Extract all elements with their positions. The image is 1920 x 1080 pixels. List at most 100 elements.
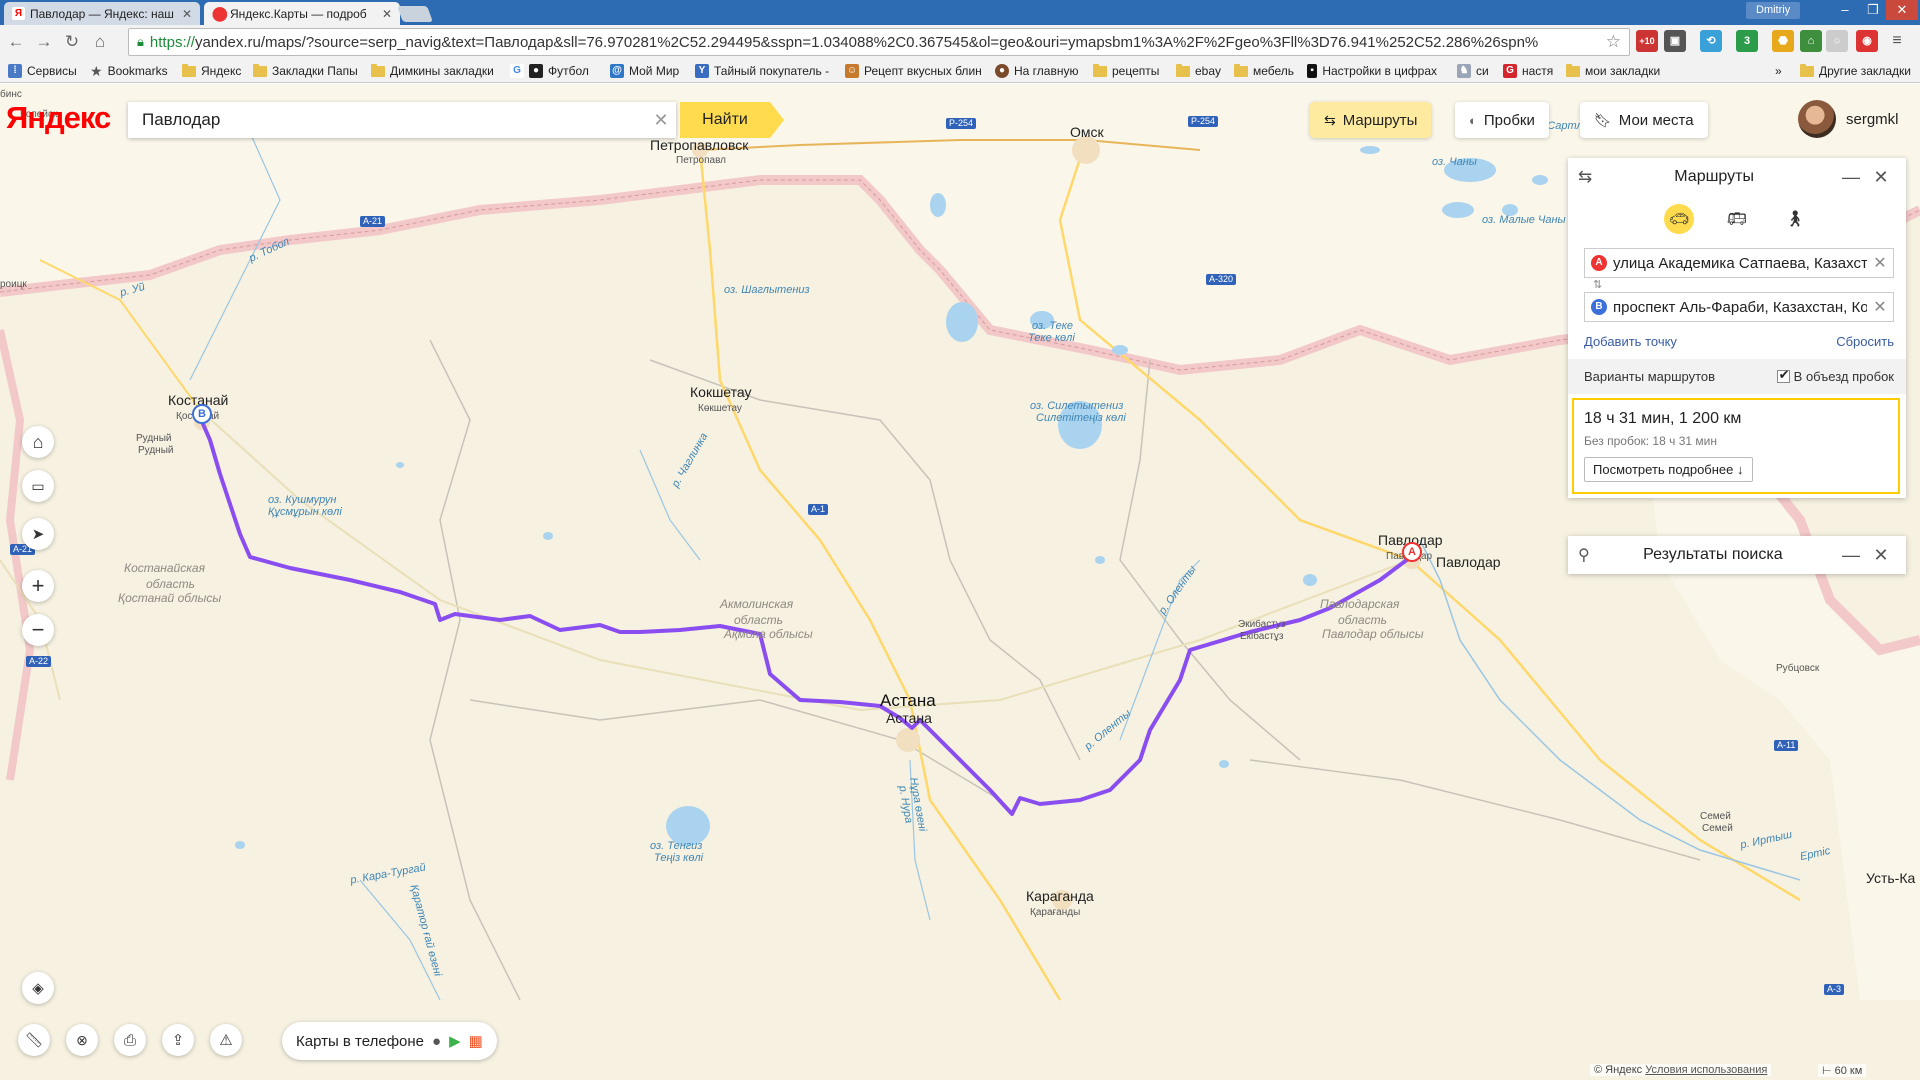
shield-extension-icon[interactable]: 3: [1736, 30, 1758, 52]
bookmark-label: Другие закладки: [1819, 64, 1911, 78]
username[interactable]: sergmkl: [1846, 111, 1899, 128]
profile-badge[interactable]: Dmitriy: [1746, 2, 1801, 19]
folder-icon: [253, 63, 267, 77]
search-results-title[interactable]: Результаты поиска: [1590, 546, 1836, 564]
add-point-link[interactable]: Добавить точку: [1584, 334, 1677, 349]
home-icon[interactable]: ⌂: [88, 30, 112, 54]
address-bar[interactable]: 🔒︎ https://yandex.ru/maps/?source=serp_n…: [128, 28, 1630, 56]
point-b-value[interactable]: проспект Аль-Фараби, Казахстан, Костанай: [1613, 299, 1867, 316]
find-button[interactable]: Найти: [680, 102, 784, 138]
zoom-in-button[interactable]: +: [22, 570, 54, 602]
my-places-button[interactable]: 🔖︎ Мои места: [1580, 102, 1708, 138]
bookmark-recipe[interactable]: ☺ Рецепт вкусных блин: [845, 62, 982, 80]
tab-pavlodar[interactable]: Я Павлодар — Яндекс: наш ✕: [4, 2, 200, 25]
bookmark-si[interactable]: ♞ си: [1457, 62, 1489, 80]
bookmark-recipes[interactable]: рецепты: [1093, 62, 1159, 80]
bookmark-yandex[interactable]: Яндекс: [182, 62, 241, 80]
reset-link[interactable]: Сбросить: [1836, 334, 1894, 349]
panorama-button[interactable]: ⊗: [66, 1024, 98, 1056]
briefcase-icon: ▭: [31, 477, 45, 494]
clear-point-a-icon[interactable]: ✕: [1867, 253, 1893, 273]
bookmark-other[interactable]: Другие закладки: [1800, 62, 1911, 80]
bookmark-bookmarks[interactable]: ★ Bookmarks: [90, 62, 168, 80]
bookmark-ebay[interactable]: ebay: [1176, 62, 1221, 80]
search-input[interactable]: Павлодар: [128, 110, 646, 130]
traffic-button[interactable]: ◐ Пробки: [1455, 102, 1549, 138]
extension-icon[interactable]: ▣: [1664, 30, 1686, 52]
bookmark-settings[interactable]: ▪ Настройки в цифрах: [1307, 62, 1437, 80]
bookmark-my[interactable]: мои закладки: [1566, 62, 1660, 80]
mobile-app-badge[interactable]: Карты в телефоне ● ▶ ▦: [282, 1022, 497, 1060]
bookmark-dimkiny[interactable]: Димкины закладки: [371, 62, 494, 80]
mail-extension-icon[interactable]: +10: [1636, 30, 1658, 52]
bookmarks-overflow-button[interactable]: »: [1775, 62, 1782, 80]
bookmark-furniture[interactable]: мебель: [1234, 62, 1294, 80]
extension-icon[interactable]: ⬣: [1772, 30, 1794, 52]
point-a-value[interactable]: улица Академика Сатпаева, Казахстан: [1613, 255, 1867, 272]
route-details-button[interactable]: Посмотреть подробнее ↓: [1584, 457, 1753, 482]
map-label-malye-chany: оз. Малые Чаны: [1482, 214, 1566, 226]
site-icon: G: [1503, 64, 1517, 78]
share-button[interactable]: ⇪: [162, 1024, 194, 1056]
bookmark-label: Закладки Папы: [272, 64, 358, 78]
minimize-icon[interactable]: –: [1830, 0, 1860, 20]
extension-icon[interactable]: ○: [1826, 30, 1848, 52]
route-point-b-field[interactable]: B проспект Аль-Фараби, Казахстан, Костан…: [1584, 292, 1894, 322]
route-point-a-marker[interactable]: A: [1402, 542, 1422, 562]
bookmark-label: мои закладки: [1585, 64, 1661, 78]
close-window-icon[interactable]: ✕: [1886, 0, 1918, 20]
bookmark-secret-shopper[interactable]: Y Тайный покупатель -: [695, 62, 829, 80]
print-button[interactable]: ⎙: [114, 1024, 146, 1056]
bus-icon[interactable]: 🚌︎: [1722, 204, 1752, 234]
terms-link[interactable]: Условия использования: [1645, 1064, 1767, 1076]
forward-arrow-icon[interactable]: →: [32, 30, 56, 54]
zoom-out-button[interactable]: −: [22, 614, 54, 646]
tab-yandex-maps[interactable]: ⬤ Яндекс.Карты — подроб ✕: [204, 2, 400, 25]
route-option[interactable]: 18 ч 31 мин, 1 200 км Без пробок: 18 ч 3…: [1572, 398, 1900, 494]
close-tab-icon[interactable]: ✕: [182, 7, 192, 21]
extension-icon[interactable]: ◉: [1856, 30, 1878, 52]
yandex-logo[interactable]: Яндекс: [6, 100, 111, 136]
home-view-button[interactable]: ⌂: [22, 426, 54, 458]
walk-icon[interactable]: 🚶︎: [1780, 204, 1810, 234]
bookmark-football[interactable]: G ● Футбол: [510, 62, 589, 80]
swap-points-icon[interactable]: ⇅: [1593, 278, 1906, 292]
locate-me-button[interactable]: ➤: [22, 518, 54, 550]
maps-pin-favicon-icon: ⬤: [212, 5, 228, 21]
layers-toggle-button[interactable]: ▭: [22, 470, 54, 502]
extension-icon[interactable]: ⟲: [1700, 30, 1722, 52]
clear-point-b-icon[interactable]: ✕: [1867, 297, 1893, 317]
reload-icon[interactable]: ↻: [60, 30, 84, 54]
ruler-button[interactable]: 📏︎: [18, 1024, 50, 1056]
route-panel: ⇆ Маршруты — ✕ 🚗︎ 🚌︎ 🚶︎ A улица Академик…: [1568, 158, 1906, 498]
close-panel-icon[interactable]: ✕: [1866, 167, 1896, 188]
minimize-panel-icon[interactable]: —: [1836, 167, 1866, 188]
minimize-panel-icon[interactable]: —: [1836, 545, 1866, 566]
maximize-icon[interactable]: ❐: [1858, 0, 1888, 20]
site-icon: ☺: [845, 64, 859, 78]
report-button[interactable]: ⚠: [210, 1024, 242, 1056]
new-tab-button[interactable]: [397, 6, 433, 22]
route-point-a-field[interactable]: A улица Академика Сатпаева, Казахстан ✕: [1584, 248, 1894, 278]
bookmark-services[interactable]: ⁞ Сервисы: [8, 62, 77, 80]
map-label-petropavlovsk: Петропавловск: [650, 137, 749, 153]
bookmark-home[interactable]: ● На главную: [995, 62, 1078, 80]
share-icon: ⇪: [171, 1032, 185, 1049]
routes-button[interactable]: ⇆ Маршруты: [1310, 102, 1432, 138]
route-point-b-marker[interactable]: B: [192, 404, 212, 424]
bookmark-nastya[interactable]: Gнастя: [1503, 62, 1553, 80]
avoid-traffic-checkbox[interactable]: В объезд пробок: [1776, 367, 1894, 384]
close-panel-icon[interactable]: ✕: [1866, 545, 1896, 566]
bookmark-papa[interactable]: Закладки Папы: [253, 62, 358, 80]
clear-search-icon[interactable]: ✕: [646, 110, 676, 131]
close-tab-icon[interactable]: ✕: [382, 7, 392, 21]
back-arrow-icon[interactable]: ←: [4, 30, 28, 54]
layers-button[interactable]: ◈: [22, 972, 54, 1004]
bookmark-mymir[interactable]: @ Мой Мир: [610, 62, 679, 80]
menu-icon[interactable]: ≡: [1886, 30, 1908, 52]
bookmark-star-icon[interactable]: ☆: [1606, 32, 1621, 52]
avatar[interactable]: [1798, 100, 1836, 138]
extension-icon[interactable]: ⌂: [1800, 30, 1822, 52]
car-icon[interactable]: 🚗︎: [1664, 204, 1694, 234]
search-box[interactable]: Павлодар ✕: [128, 102, 676, 138]
